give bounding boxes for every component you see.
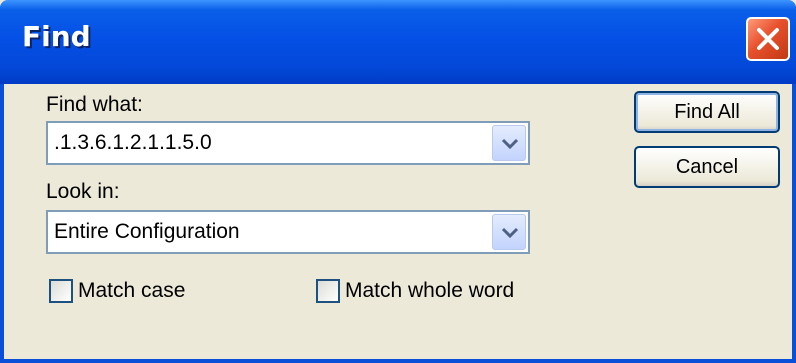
look-in-combobox[interactable]: Entire Configuration [46, 210, 530, 254]
chevron-down-icon [501, 227, 519, 239]
match-whole-word-checkbox[interactable] [316, 279, 340, 303]
close-icon [757, 28, 779, 50]
find-what-combobox[interactable]: .1.3.6.1.2.1.1.5.0 [46, 121, 530, 165]
look-in-value: Entire Configuration [54, 220, 240, 243]
title-bar[interactable]: Find [0, 0, 796, 84]
find-what-dropdown-button[interactable] [492, 125, 526, 161]
chevron-down-icon [501, 138, 519, 150]
find-what-label: Find what: [46, 93, 143, 116]
match-whole-word-label[interactable]: Match whole word [345, 279, 514, 303]
find-all-button[interactable]: Find All [634, 91, 780, 133]
cancel-button[interactable]: Cancel [634, 146, 780, 188]
close-button[interactable] [746, 17, 790, 61]
match-case-label[interactable]: Match case [78, 279, 185, 303]
find-what-input[interactable]: .1.3.6.1.2.1.1.5.0 [54, 131, 212, 155]
match-case-checkbox[interactable] [49, 279, 73, 303]
find-dialog: Find Find what: .1.3.6.1.2.1.1.5.0 Look … [0, 0, 796, 363]
look-in-label: Look in: [46, 180, 120, 203]
window-title: Find [22, 20, 91, 53]
look-in-dropdown-button[interactable] [492, 214, 526, 250]
